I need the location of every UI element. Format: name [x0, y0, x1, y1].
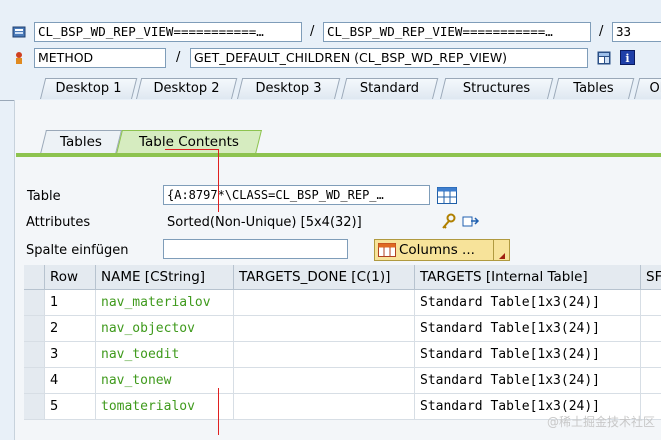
table-cell-sf[interactable] [641, 290, 661, 316]
tab-more[interactable]: Ol [634, 78, 661, 99]
navigate-icon[interactable] [462, 213, 480, 231]
main-tab-strip: Desktop 1 Desktop 2 Desktop 3 Standard S… [0, 76, 661, 101]
columns-button[interactable]: Columns ... [374, 239, 510, 261]
row-selector[interactable] [24, 290, 45, 316]
separator: / [176, 50, 181, 65]
row-selector[interactable] [24, 316, 45, 342]
tab-standard[interactable]: Standard [341, 78, 439, 99]
dropdown-arrow-icon[interactable] [493, 240, 509, 260]
table-cell-name[interactable]: nav_objectov [96, 316, 234, 342]
table-cell-sf[interactable] [641, 316, 661, 342]
columns-grid-icon [378, 243, 396, 257]
col-header-name[interactable]: NAME [CString] [96, 265, 234, 290]
table-cell-name[interactable]: nav_toedit [96, 342, 234, 368]
row-selector[interactable] [24, 368, 45, 394]
table-cell-row[interactable]: 3 [45, 342, 96, 368]
table-cell-targets-done[interactable] [234, 316, 415, 342]
table-icon[interactable] [437, 187, 457, 204]
key-icon[interactable] [440, 213, 458, 231]
tab-structures[interactable]: Structures [440, 78, 554, 99]
table-cell-targets[interactable]: Standard Table[1x3(24)] [415, 342, 641, 368]
annotation-line-top [165, 149, 219, 150]
table-cell-targets-done[interactable] [234, 290, 415, 316]
col-header-targets[interactable]: TARGETS [Internal Table] [415, 265, 641, 290]
kind-field[interactable]: METHOD [34, 48, 166, 68]
subtab-underline [16, 153, 661, 157]
col-header-targets-done[interactable]: TARGETS_DONE [C(1)] [234, 265, 415, 290]
info-icon[interactable]: i [620, 50, 635, 65]
table-cell-row[interactable]: 1 [45, 290, 96, 316]
subtab-tables[interactable]: Tables [40, 130, 122, 154]
insert-column-field[interactable] [163, 239, 348, 259]
separator: / [310, 24, 315, 39]
table-cell-row[interactable]: 5 [45, 394, 96, 420]
class-field-1[interactable]: CL_BSP_WD_REP_VIEW===========… [34, 22, 302, 42]
row-selector-header[interactable] [24, 265, 45, 290]
method-icon [12, 51, 26, 65]
tab-desktop-2[interactable]: Desktop 2 [136, 78, 238, 99]
tab-desktop-1[interactable]: Desktop 1 [40, 78, 138, 99]
table-cell-targets[interactable]: Standard Table[1x3(24)] [415, 316, 641, 342]
tab-tables[interactable]: Tables [553, 78, 635, 99]
class-field-2[interactable]: CL_BSP_WD_REP_VIEW===========… [323, 22, 591, 42]
columns-button-label: Columns ... [399, 242, 475, 258]
table-cell-targets-done[interactable] [234, 368, 415, 394]
table-cell-name[interactable]: tomaterialov [96, 394, 234, 420]
table-cell-row[interactable]: 2 [45, 316, 96, 342]
col-header-sf[interactable]: SF [641, 265, 661, 290]
col-header-row[interactable]: Row [45, 265, 96, 290]
watermark: @稀土掘金技术社区 [546, 415, 655, 429]
annotation-line-bottom [218, 388, 219, 435]
table-cell-targets-done[interactable] [234, 342, 415, 368]
separator: / [599, 24, 604, 39]
row-selector[interactable] [24, 394, 45, 420]
table-cell-sf[interactable] [641, 368, 661, 394]
attributes-label: Attributes [26, 215, 91, 230]
svg-text:i: i [625, 52, 629, 65]
attributes-value: Sorted(Non-Unique) [5x4(32)] [167, 215, 362, 230]
row-selector[interactable] [24, 342, 45, 368]
display-icon[interactable] [597, 51, 611, 65]
table-cell-name[interactable]: nav_tonew [96, 368, 234, 394]
tab-desktop-3[interactable]: Desktop 3 [237, 78, 341, 99]
subtab-table-contents[interactable]: Table Contents [116, 130, 262, 154]
table-label: Table [27, 189, 61, 204]
method-field[interactable]: GET_DEFAULT_CHILDREN (CL_BSP_WD_REP_VIEW… [190, 48, 588, 68]
table-cell-row[interactable]: 4 [45, 368, 96, 394]
table-cell-targets[interactable]: Standard Table[1x3(24)] [415, 368, 641, 394]
class-icon [12, 25, 26, 39]
table-cell-sf[interactable] [641, 342, 661, 368]
table-cell-targets[interactable]: Standard Table[1x3(24)] [415, 290, 641, 316]
insert-column-label: Spalte einfügen [26, 243, 129, 258]
annotation-line-vertical [218, 149, 219, 212]
table-field[interactable]: {A:8797*\CLASS=CL_BSP_WD_REP_… [163, 185, 430, 205]
line-number-field[interactable]: 33 [612, 22, 661, 42]
table-cell-name[interactable]: nav_materialov [96, 290, 234, 316]
table-cell-targets-done[interactable] [234, 394, 415, 420]
